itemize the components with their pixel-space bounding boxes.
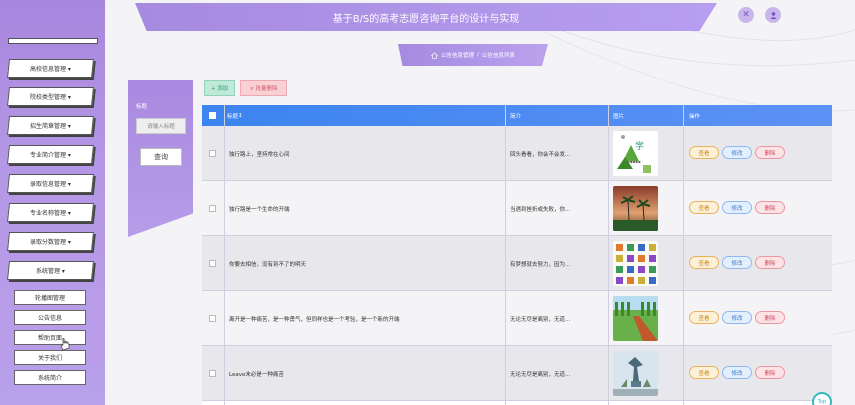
- edit-button[interactable]: 修改: [722, 146, 752, 159]
- breadcrumb-separator: /: [477, 52, 479, 58]
- sidebar-top-edge: [8, 38, 98, 44]
- row-title: 独行路是一个生命的开端: [229, 206, 290, 213]
- row-summary: 有梦想就去努力，因为...: [510, 261, 571, 268]
- row-summary: 无论无尽是离别，无道...: [510, 316, 571, 323]
- submenu-help[interactable]: 帮助页面: [14, 330, 86, 345]
- submenu-system-intro[interactable]: 系统简介: [14, 370, 86, 385]
- delete-button[interactable]: 删除: [755, 256, 785, 269]
- row-checkbox[interactable]: [209, 370, 216, 377]
- row-summary: 回头看看，你会不会发...: [510, 151, 571, 158]
- edit-button[interactable]: 修改: [722, 201, 752, 214]
- row-summary: 当遇到挫折或失败，你...: [510, 206, 571, 213]
- row-title: Leave未必是一种痛苦: [229, 371, 284, 378]
- road-field-thumbnail: [613, 296, 658, 341]
- close-icon[interactable]: ✕: [738, 7, 754, 23]
- breadcrumb-home[interactable]: 公告信息管理: [441, 51, 474, 59]
- row-checkbox[interactable]: [209, 260, 216, 267]
- sidebar-item-admission-brochures[interactable]: 招生简章管理 ▾: [7, 116, 94, 135]
- view-button[interactable]: 查看: [689, 256, 719, 269]
- sidebar-item-label: 系统管理 ▾: [36, 268, 65, 275]
- delete-button[interactable]: 删除: [755, 146, 785, 159]
- table-row: 独行路是一个生命的开端 当遇到挫折或失败，你... 查看 修改 删除: [202, 181, 832, 236]
- sidebar-item-admission-info[interactable]: 录取信息管理 ▾: [7, 174, 94, 193]
- delete-button[interactable]: 删除: [755, 201, 785, 214]
- edit-button[interactable]: 修改: [722, 311, 752, 324]
- row-checkbox[interactable]: [209, 315, 216, 322]
- announcement-table: 标题 ↕ 简介 图片 操作 独行路上，坚持常在心间 回头看看，你会不会发... 学…: [202, 105, 832, 405]
- submenu-carousel[interactable]: 轮播图管理: [14, 290, 86, 305]
- row-summary: 无论无尽是离别，无道...: [510, 371, 571, 378]
- header-summary: 简介: [510, 113, 522, 120]
- delete-button[interactable]: 删除: [755, 366, 785, 379]
- header-title[interactable]: 标题 ↕: [227, 105, 243, 126]
- breadcrumb-current: 公告信息列表: [481, 53, 515, 59]
- select-all-checkbox[interactable]: [209, 112, 216, 119]
- table-row: 你要去相信，没有到不了的明天 有梦想就去努力，因为... 查看 修改 删除: [202, 236, 832, 291]
- app-title: 基于B/S的高考志愿咨询平台的设计与实现: [332, 13, 520, 25]
- logo-thumbnail: 学 ▪▪▪▪▪: [613, 131, 658, 176]
- palm-sunset-thumbnail: [613, 186, 658, 231]
- sidebar: 高校信息管理 ▾ 院校类型管理 ▾ 招生简章管理 ▾ 专业简介管理 ▾ 录取信息…: [0, 0, 105, 405]
- submenu-announcements[interactable]: 公告信息: [14, 310, 86, 325]
- sidebar-item-system[interactable]: 系统管理 ▾: [7, 261, 94, 280]
- app-header: 基于B/S的高考志愿咨询平台的设计与实现: [135, 3, 717, 31]
- header-image: 图片: [613, 113, 625, 120]
- sidebar-item-label: 院校类型管理 ▾: [30, 94, 71, 101]
- sidebar-item-label: 高校信息管理 ▾: [30, 66, 71, 73]
- svg-text:▪▪▪▪▪: ▪▪▪▪▪: [627, 159, 641, 164]
- row-title: 你要去相信，没有到不了的明天: [229, 261, 307, 268]
- home-icon: [431, 51, 439, 59]
- view-button[interactable]: 查看: [689, 311, 719, 324]
- edit-button[interactable]: 修改: [722, 256, 752, 269]
- search-input[interactable]: 请输入标题: [136, 118, 186, 134]
- search-button[interactable]: 查询: [140, 148, 182, 166]
- column-divider: [505, 105, 506, 405]
- sidebar-item-label: 录取分数管理 ▾: [30, 239, 71, 246]
- batch-delete-button[interactable]: × 批量删除: [240, 80, 287, 96]
- row-checkbox[interactable]: [209, 150, 216, 157]
- row-title: 独行路上，坚持常在心间: [229, 151, 290, 158]
- user-icon[interactable]: [765, 7, 781, 23]
- view-button[interactable]: 查看: [689, 366, 719, 379]
- row-title: 离开是一种痛苦，是一种勇气，但同样也是一个考验，是一个新的开端: [229, 316, 400, 323]
- sidebar-item-major-names[interactable]: 专业名称管理 ▾: [7, 203, 94, 222]
- edit-button[interactable]: 修改: [722, 366, 752, 379]
- sidebar-item-admission-scores[interactable]: 录取分数管理 ▾: [7, 232, 94, 251]
- search-label: 标题: [136, 104, 148, 110]
- breadcrumb: 公告信息管理 / 公告信息列表: [398, 44, 548, 66]
- table-row: 独行路上，坚持常在心间 回头看看，你会不会发... 学 ▪▪▪▪▪ 查看 修改 …: [202, 126, 832, 181]
- svg-text:学: 学: [635, 140, 644, 152]
- sidebar-item-colleges[interactable]: 高校信息管理 ▾: [7, 59, 94, 78]
- sidebar-item-label: 专业简介管理 ▾: [30, 152, 71, 159]
- view-button[interactable]: 查看: [689, 201, 719, 214]
- sidebar-item-label: 专业名称管理 ▾: [30, 210, 71, 217]
- icon-grid-thumbnail: [613, 241, 658, 286]
- submenu-about[interactable]: 关于我们: [14, 350, 86, 365]
- column-divider: [683, 105, 684, 405]
- row-checkbox[interactable]: [209, 205, 216, 212]
- add-button[interactable]: + 添加: [204, 80, 235, 96]
- column-divider: [608, 105, 609, 405]
- sculpture-thumbnail: [613, 351, 658, 396]
- back-to-top-button[interactable]: Top: [812, 392, 832, 405]
- view-button[interactable]: 查看: [689, 146, 719, 159]
- column-divider: [224, 105, 225, 405]
- search-panel: 标题 请输入标题 查询: [128, 80, 193, 237]
- header-actions: 操作: [689, 113, 701, 120]
- table-row: 离开是一种痛苦，是一种勇气，但同样也是一个考验，是一个新的开端 无论无尽是离别，…: [202, 291, 832, 346]
- delete-button[interactable]: 删除: [755, 311, 785, 324]
- sidebar-item-label: 招生简章管理 ▾: [30, 123, 71, 130]
- sidebar-item-major-intro[interactable]: 专业简介管理 ▾: [7, 145, 94, 164]
- table-row: Leave未必是一种痛苦 无论无尽是离别，无道... 查看 修改 删除: [202, 346, 832, 401]
- sidebar-item-label: 录取信息管理 ▾: [30, 181, 71, 188]
- pointer-cursor-icon: [60, 338, 70, 350]
- sidebar-item-college-types[interactable]: 院校类型管理 ▾: [7, 87, 94, 106]
- table-header: 标题 ↕ 简介 图片 操作: [202, 105, 832, 126]
